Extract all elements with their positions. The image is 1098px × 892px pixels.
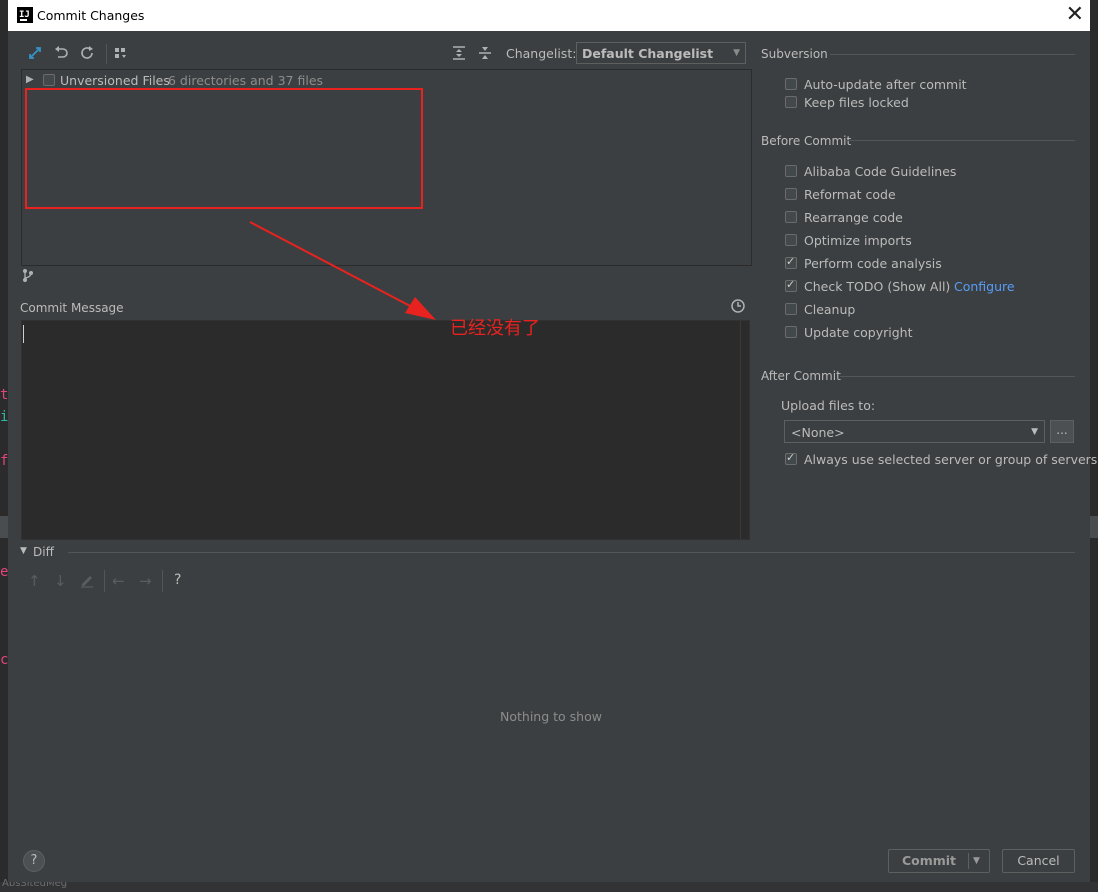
option-checkbox[interactable] <box>785 78 797 90</box>
changelist-label: Changelist: <box>506 46 577 61</box>
editor-divider <box>0 516 8 538</box>
option-label: Optimize imports <box>804 233 912 248</box>
title-bar: IJ Commit Changes ✕ <box>8 0 1090 31</box>
chevron-down-icon: ▼ <box>1031 427 1038 437</box>
commit-message-input[interactable] <box>21 320 750 540</box>
history-clock-icon[interactable] <box>730 298 746 317</box>
toolbar-separator <box>162 570 163 592</box>
next-diff-icon[interactable]: ↓ <box>54 572 67 590</box>
option-label: Reformat code <box>804 187 896 202</box>
rollback-icon[interactable] <box>52 45 70 63</box>
unversioned-files-checkbox[interactable] <box>43 74 55 86</box>
option-checkbox[interactable] <box>785 96 797 108</box>
branch-icon[interactable] <box>22 268 34 285</box>
show-diff-icon[interactable] <box>26 45 44 63</box>
option-label: Perform code analysis <box>804 256 942 271</box>
expand-arrow-icon[interactable]: ▶ <box>26 74 34 85</box>
window-title: Commit Changes <box>37 8 145 23</box>
split-divider <box>968 853 969 869</box>
forward-arrow-icon[interactable]: → <box>139 572 152 590</box>
option-checkbox[interactable] <box>785 211 797 223</box>
commit-changes-dialog: IJ Commit Changes ✕ Changelist: Default … <box>8 0 1097 882</box>
text-caret <box>23 325 24 343</box>
option-checkbox[interactable] <box>785 303 797 315</box>
annotation-text: 已经没有了 <box>450 318 540 339</box>
diff-heading: Diff <box>33 545 54 559</box>
diff-separator <box>68 552 1075 553</box>
before-commit-heading: Before Commit <box>761 134 852 148</box>
option-label: Alibaba Code Guidelines <box>804 164 957 179</box>
help-button[interactable]: ? <box>23 850 45 872</box>
option-label: Auto-update after commit <box>804 77 967 92</box>
edit-source-icon[interactable] <box>79 572 95 591</box>
upload-files-label: Upload files to: <box>781 398 876 413</box>
section-separator <box>840 376 1075 377</box>
option-checkbox[interactable] <box>785 165 797 177</box>
after-commit-heading: After Commit <box>761 369 841 383</box>
option-label: Update copyright <box>804 325 913 340</box>
close-icon[interactable]: ✕ <box>1066 2 1084 28</box>
upload-server-dropdown[interactable]: <None> ▼ <box>784 420 1045 443</box>
option-label: Check TODO (Show All) <box>804 279 951 294</box>
toolbar-separator <box>106 44 107 64</box>
option-label: Keep files locked <box>804 95 909 110</box>
refresh-icon[interactable] <box>78 45 96 63</box>
toolbar-separator <box>104 570 105 592</box>
cancel-button[interactable]: Cancel <box>1002 849 1075 873</box>
commit-button-label: Commit <box>901 853 957 868</box>
commit-message-label: Commit Message <box>20 301 124 315</box>
collapse-all-icon[interactable] <box>476 45 494 63</box>
option-label: Cleanup <box>804 302 856 317</box>
commit-button[interactable]: Commit ▼ <box>888 849 990 873</box>
group-by-icon[interactable] <box>112 45 130 63</box>
option-checkbox[interactable] <box>785 326 797 338</box>
diff-empty-text: Nothing to show <box>500 709 602 724</box>
always-use-server-checkbox[interactable] <box>785 451 797 465</box>
intellij-app-icon: IJ <box>17 7 33 23</box>
back-arrow-icon[interactable]: ← <box>112 572 125 590</box>
option-checkbox[interactable] <box>785 234 797 246</box>
annotation-rectangle <box>25 88 423 209</box>
status-strip: AbsSitedMeg <box>0 878 1098 892</box>
unversioned-files-summary: 6 directories and 37 files <box>168 73 324 88</box>
upload-server-value: <None> <box>791 425 845 440</box>
help-question-icon[interactable]: ? <box>174 572 181 588</box>
changelist-dropdown[interactable]: Default Changelist ▼ <box>576 42 746 64</box>
option-checkbox[interactable] <box>785 278 797 292</box>
section-separator <box>846 140 1075 141</box>
diff-collapse-icon[interactable]: ▼ <box>20 546 27 556</box>
subversion-heading: Subversion <box>761 47 828 61</box>
prev-diff-icon[interactable]: ↑ <box>28 572 41 590</box>
chevron-down-icon[interactable]: ▼ <box>973 850 980 872</box>
unversioned-files-label: Unversioned Files <box>60 73 170 88</box>
option-checkbox[interactable] <box>785 188 797 200</box>
section-separator <box>830 54 1075 55</box>
browse-servers-button[interactable]: ... <box>1050 420 1074 443</box>
option-checkbox[interactable] <box>785 255 797 269</box>
right-margin-guide <box>740 321 741 539</box>
always-use-server-label: Always use selected server or group of s… <box>804 452 1098 467</box>
editor-divider <box>1090 516 1098 538</box>
expand-all-icon[interactable] <box>450 45 468 63</box>
changelist-value: Default Changelist <box>582 46 714 61</box>
configure-link[interactable]: Configure <box>954 279 1015 294</box>
chevron-down-icon: ▼ <box>733 48 740 58</box>
option-label: Rearrange code <box>804 210 903 225</box>
